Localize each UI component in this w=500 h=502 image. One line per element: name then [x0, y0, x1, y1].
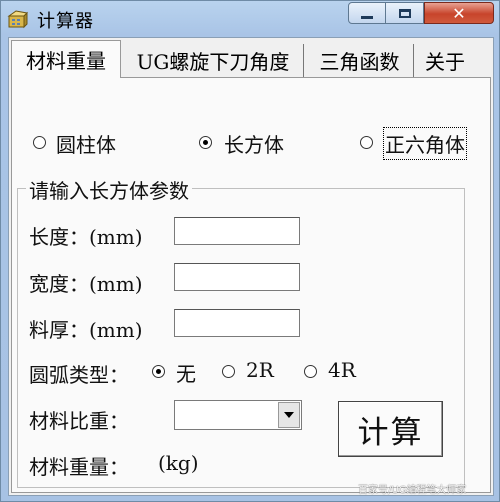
width-input[interactable]	[174, 263, 300, 291]
window-title: 计算器	[37, 11, 94, 32]
tab-bar: 材料重量 UG螺旋下刀角度 三角函数 关于	[9, 40, 493, 78]
dropdown-button[interactable]	[278, 402, 300, 428]
radio-arc-none[interactable]	[152, 365, 165, 378]
tab-ug-helix-angle[interactable]: UG螺旋下刀角度	[123, 44, 304, 77]
maximize-icon	[398, 8, 411, 18]
thickness-input[interactable]	[174, 309, 300, 337]
thickness-label: 料厚：(mm)	[29, 318, 143, 342]
tab-panel-material-weight: 圆柱体 长方体 正六角体 请输入长方体参数 长度：(mm) 宽度：(mm) 料厚…	[11, 77, 491, 493]
weight-unit: (kg)	[158, 451, 199, 475]
radio-cuboid-label[interactable]: 长方体	[224, 129, 284, 158]
maximize-button[interactable]	[386, 2, 424, 24]
minimize-icon	[361, 15, 373, 19]
minimize-button[interactable]	[348, 2, 386, 24]
close-icon: ✕	[452, 3, 466, 23]
chevron-down-icon	[284, 412, 294, 418]
length-label: 长度：(mm)	[29, 225, 143, 249]
client-area: 材料重量 UG螺旋下刀角度 三角函数 关于 圆柱体 长方体 正六角体 请输入长方…	[8, 37, 494, 496]
radio-cylinder-label[interactable]: 圆柱体	[56, 129, 116, 158]
group-title: 请输入长方体参数	[26, 175, 192, 204]
tab-material-weight[interactable]: 材料重量	[11, 40, 121, 78]
tab-trig-functions[interactable]: 三角函数	[306, 44, 414, 77]
radio-cuboid[interactable]	[199, 136, 212, 149]
radio-arc-2r-label[interactable]: 2R	[246, 358, 274, 382]
weight-label: 材料重量：	[29, 455, 129, 479]
radio-cylinder[interactable]	[33, 136, 46, 149]
density-label: 材料比重：	[29, 409, 129, 433]
radio-arc-2r[interactable]	[222, 365, 235, 378]
length-input[interactable]	[174, 217, 300, 245]
tab-about[interactable]: 关于	[416, 44, 474, 77]
app-window: 计算器 ✕ 材料重量 UG螺旋下刀角度 三角函数 关于 圆柱体 长方体 正六角体	[0, 0, 500, 502]
density-select[interactable]	[174, 400, 302, 430]
arc-type-label: 圆弧类型：	[29, 363, 129, 387]
title-bar[interactable]: 计算器 ✕	[1, 1, 499, 37]
radio-hexagonal-prism-label[interactable]: 正六角体	[383, 127, 467, 160]
radio-arc-4r-label[interactable]: 4R	[328, 358, 356, 382]
width-label: 宽度：(mm)	[29, 272, 143, 296]
radio-arc-4r[interactable]	[304, 365, 317, 378]
calculate-button[interactable]: 计算	[338, 401, 443, 457]
watermark: 百家号/UG编程笔大师家	[358, 485, 467, 496]
radio-hexagonal-prism[interactable]	[360, 136, 373, 149]
close-button[interactable]: ✕	[424, 2, 494, 24]
radio-arc-none-label[interactable]: 无	[176, 358, 196, 387]
calculator-app-icon	[7, 10, 29, 29]
